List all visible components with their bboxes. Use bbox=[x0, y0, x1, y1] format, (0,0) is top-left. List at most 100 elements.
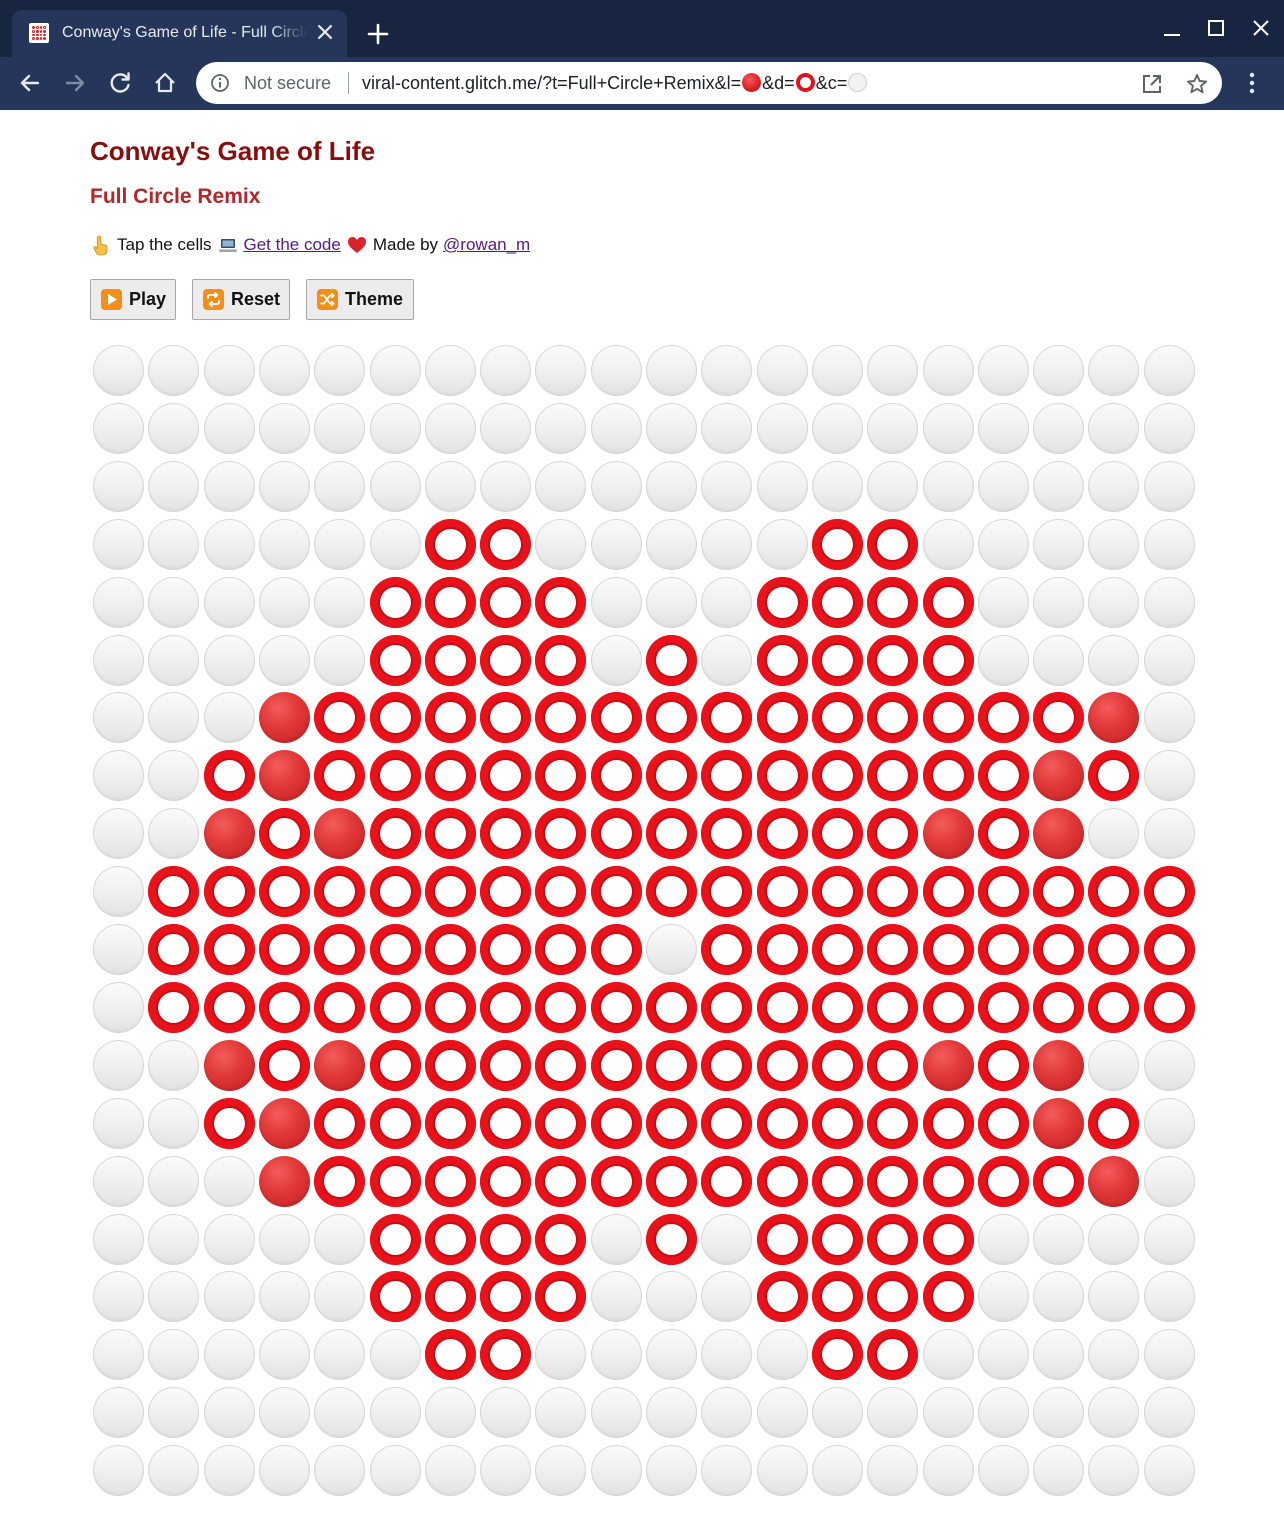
cell-ring[interactable] bbox=[756, 1097, 808, 1149]
cell-ring[interactable] bbox=[148, 924, 200, 975]
cell-ring[interactable] bbox=[977, 866, 1029, 918]
cell-filled[interactable] bbox=[314, 1039, 366, 1091]
cell-ring[interactable] bbox=[646, 981, 697, 1033]
cell-ring[interactable] bbox=[977, 750, 1029, 802]
cell-empty[interactable] bbox=[1033, 1445, 1085, 1497]
cell-empty[interactable] bbox=[1143, 345, 1195, 396]
cell-empty[interactable] bbox=[93, 750, 144, 802]
cell-ring[interactable] bbox=[203, 981, 255, 1033]
cell-empty[interactable] bbox=[148, 402, 200, 454]
cell-ring[interactable] bbox=[701, 1155, 753, 1207]
cell-ring[interactable] bbox=[480, 1155, 532, 1207]
cell-ring[interactable] bbox=[1033, 866, 1085, 918]
cell-empty[interactable] bbox=[977, 634, 1029, 686]
cell-ring[interactable] bbox=[867, 750, 919, 802]
cell-empty[interactable] bbox=[756, 1329, 808, 1381]
cell-ring[interactable] bbox=[922, 692, 974, 744]
cell-ring[interactable] bbox=[535, 866, 587, 918]
cell-ring[interactable] bbox=[535, 750, 587, 802]
cell-ring[interactable] bbox=[203, 750, 255, 802]
cell-ring[interactable] bbox=[867, 1097, 919, 1149]
cell-ring[interactable] bbox=[756, 692, 808, 744]
cell-ring[interactable] bbox=[867, 1039, 919, 1091]
cell-empty[interactable] bbox=[1143, 518, 1195, 570]
cell-empty[interactable] bbox=[535, 1445, 587, 1497]
cell-ring[interactable] bbox=[480, 981, 532, 1033]
cell-empty[interactable] bbox=[93, 634, 144, 686]
cell-empty[interactable] bbox=[590, 402, 642, 454]
cell-ring[interactable] bbox=[590, 808, 642, 860]
cell-empty[interactable] bbox=[646, 576, 697, 628]
back-arrow-icon[interactable] bbox=[16, 69, 44, 97]
cell-empty[interactable] bbox=[1088, 1387, 1140, 1439]
get-the-code-link[interactable]: Get the code bbox=[244, 235, 341, 255]
cell-empty[interactable] bbox=[369, 518, 421, 570]
cell-ring[interactable] bbox=[369, 1097, 421, 1149]
cell-ring[interactable] bbox=[756, 1213, 808, 1265]
close-tab-icon[interactable] bbox=[314, 21, 336, 43]
reset-button[interactable]: Reset bbox=[192, 279, 290, 320]
cell-empty[interactable] bbox=[867, 402, 919, 454]
cell-ring[interactable] bbox=[424, 1097, 476, 1149]
cell-ring[interactable] bbox=[424, 981, 476, 1033]
cell-ring[interactable] bbox=[314, 750, 366, 802]
cell-ring[interactable] bbox=[148, 866, 200, 918]
cell-empty[interactable] bbox=[1143, 634, 1195, 686]
cell-empty[interactable] bbox=[1143, 402, 1195, 454]
cell-empty[interactable] bbox=[646, 518, 697, 570]
cell-ring[interactable] bbox=[590, 1097, 642, 1149]
cell-empty[interactable] bbox=[480, 345, 532, 396]
cell-ring[interactable] bbox=[701, 866, 753, 918]
cell-ring[interactable] bbox=[867, 634, 919, 686]
cell-ring[interactable] bbox=[756, 1039, 808, 1091]
cell-empty[interactable] bbox=[424, 402, 476, 454]
info-icon[interactable] bbox=[210, 73, 230, 93]
cell-ring[interactable] bbox=[701, 924, 753, 975]
cell-ring[interactable] bbox=[203, 1097, 255, 1149]
cell-empty[interactable] bbox=[203, 1329, 255, 1381]
cell-ring[interactable] bbox=[590, 924, 642, 975]
cell-empty[interactable] bbox=[1143, 1097, 1195, 1149]
cell-empty[interactable] bbox=[369, 1445, 421, 1497]
browser-menu-icon[interactable] bbox=[1240, 69, 1264, 97]
cell-empty[interactable] bbox=[148, 345, 200, 396]
cell-empty[interactable] bbox=[867, 345, 919, 396]
cell-ring[interactable] bbox=[369, 634, 421, 686]
cell-ring[interactable] bbox=[424, 750, 476, 802]
cell-empty[interactable] bbox=[867, 1445, 919, 1497]
cell-empty[interactable] bbox=[314, 1387, 366, 1439]
cell-empty[interactable] bbox=[93, 692, 144, 744]
cell-empty[interactable] bbox=[1033, 460, 1085, 512]
cell-empty[interactable] bbox=[93, 345, 144, 396]
cell-ring[interactable] bbox=[424, 1213, 476, 1265]
cell-empty[interactable] bbox=[811, 1445, 863, 1497]
cell-ring[interactable] bbox=[480, 634, 532, 686]
cell-empty[interactable] bbox=[424, 1387, 476, 1439]
cell-empty[interactable] bbox=[93, 1155, 144, 1207]
cell-ring[interactable] bbox=[701, 692, 753, 744]
cell-empty[interactable] bbox=[258, 1329, 310, 1381]
cell-ring[interactable] bbox=[811, 576, 863, 628]
cell-empty[interactable] bbox=[922, 345, 974, 396]
cell-ring[interactable] bbox=[258, 924, 310, 975]
cell-empty[interactable] bbox=[1033, 345, 1085, 396]
cell-empty[interactable] bbox=[148, 576, 200, 628]
cell-empty[interactable] bbox=[1088, 518, 1140, 570]
cell-empty[interactable] bbox=[369, 1329, 421, 1381]
cell-empty[interactable] bbox=[148, 1329, 200, 1381]
cell-ring[interactable] bbox=[535, 1213, 587, 1265]
cell-ring[interactable] bbox=[922, 1271, 974, 1323]
cell-filled[interactable] bbox=[1033, 808, 1085, 860]
cell-empty[interactable] bbox=[535, 518, 587, 570]
cell-empty[interactable] bbox=[93, 866, 144, 918]
cell-ring[interactable] bbox=[756, 634, 808, 686]
cell-ring[interactable] bbox=[424, 634, 476, 686]
cell-empty[interactable] bbox=[258, 460, 310, 512]
cell-empty[interactable] bbox=[258, 1213, 310, 1265]
cell-empty[interactable] bbox=[1143, 1445, 1195, 1497]
cell-empty[interactable] bbox=[756, 460, 808, 512]
cell-empty[interactable] bbox=[1088, 634, 1140, 686]
close-window-icon[interactable] bbox=[1248, 16, 1274, 42]
cell-empty[interactable] bbox=[646, 1271, 697, 1323]
cell-empty[interactable] bbox=[1143, 692, 1195, 744]
